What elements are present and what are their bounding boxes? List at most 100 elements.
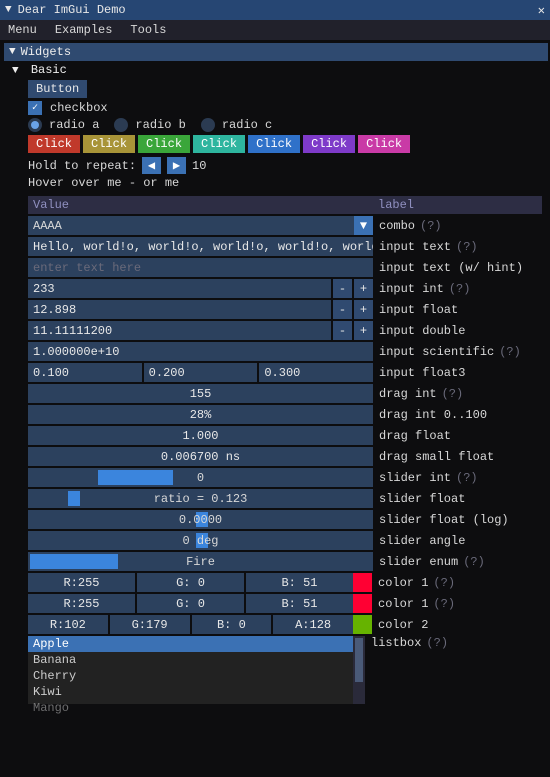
repeat-right-button[interactable]: ▶ [167,157,186,174]
help-icon[interactable]: (?) [456,471,478,485]
click-button-1[interactable]: Click [83,135,135,153]
click-button-4[interactable]: Click [248,135,300,153]
color1b-b[interactable]: B: 51 [246,594,353,613]
input-float3-y[interactable]: 0.200 [144,363,258,382]
minus-button[interactable]: - [333,321,352,340]
slider-float-log[interactable]: 0.0000 [28,510,373,529]
slider-float-log-label: slider float (log) [373,513,509,527]
color1-g[interactable]: G: 0 [137,573,244,592]
titlebar[interactable]: ▼ Dear ImGui Demo ✕ [0,0,550,20]
radio-b[interactable] [114,118,128,132]
list-item[interactable]: Cherry [28,668,353,684]
menu-tools[interactable]: Tools [130,23,166,37]
input-float[interactable]: 12.898 [28,300,331,319]
help-icon[interactable]: (?) [463,555,485,569]
click-button-0[interactable]: Click [28,135,80,153]
input-double[interactable]: 11.11111200 [28,321,331,340]
hold-repeat-label: Hold to repeat: [28,159,136,173]
click-button-2[interactable]: Click [138,135,190,153]
color2-g[interactable]: G:179 [110,615,190,634]
help-icon[interactable]: (?) [499,345,521,359]
input-double-label: input double [373,324,465,338]
slider-enum[interactable]: Fire [28,552,373,571]
input-text-hint[interactable]: enter text here [28,258,373,277]
input-scientific[interactable]: 1.000000e+10 [28,342,373,361]
help-icon[interactable]: (?) [433,597,455,611]
slider-grab [98,470,173,485]
help-icon[interactable]: (?) [449,282,471,296]
menu-menu[interactable]: Menu [8,23,37,37]
menu-examples[interactable]: Examples [55,23,113,37]
list-item[interactable]: Kiwi [28,684,353,700]
list-item[interactable]: Mango [28,700,353,716]
input-text-label: input text [373,240,451,254]
click-buttons-row: Click Click Click Click Click Click Clic… [28,135,542,153]
listbox[interactable]: Apple Banana Cherry Kiwi Mango [28,636,365,704]
drag-small-float[interactable]: 0.006700 ns [28,447,373,466]
help-icon[interactable]: (?) [420,219,442,233]
help-icon[interactable]: (?) [456,240,478,254]
tree-basic-label: Basic [31,63,67,77]
checkbox[interactable]: ✓ [28,101,42,115]
color1-b[interactable]: B: 51 [246,573,353,592]
color1b-g[interactable]: G: 0 [137,594,244,613]
color1b-r[interactable]: R:255 [28,594,135,613]
combo-label: combo [373,219,415,233]
click-button-3[interactable]: Click [193,135,245,153]
plus-button[interactable]: + [354,300,373,319]
menubar: Menu Examples Tools [0,20,550,40]
color2-r[interactable]: R:102 [28,615,108,634]
slider-angle-label: slider angle [373,534,465,548]
input-text-hint-label: input text (w/ hint) [373,261,523,275]
input-float3-x[interactable]: 0.100 [28,363,142,382]
help-icon[interactable]: (?) [426,636,448,650]
drag-int-0-100[interactable]: 28% [28,405,373,424]
plus-button[interactable]: + [354,279,373,298]
click-button-5[interactable]: Click [303,135,355,153]
color2-swatch[interactable] [353,615,372,634]
input-float3-z[interactable]: 0.300 [259,363,373,382]
chevron-down-icon: ▼ [12,65,19,77]
radio-b-label: radio b [135,118,185,132]
minus-button[interactable]: - [333,279,352,298]
close-icon[interactable]: ✕ [538,3,545,18]
plus-button[interactable]: + [354,321,373,340]
input-scientific-label: input scientific [373,345,494,359]
color1b-swatch[interactable] [353,594,372,613]
slider-enum-label: slider enum [373,555,458,569]
combo[interactable]: AAAA ▼ [28,216,373,235]
radio-a[interactable] [28,118,42,132]
list-item[interactable]: Banana [28,652,353,668]
listbox-label: listbox [365,636,421,650]
color1-swatch[interactable] [353,573,372,592]
help-icon[interactable]: (?) [442,387,464,401]
radio-c[interactable] [201,118,215,132]
drag-int[interactable]: 155 [28,384,373,403]
click-button-6[interactable]: Click [358,135,410,153]
slider-float[interactable]: ratio = 0.123 [28,489,373,508]
color2-b[interactable]: B: 0 [192,615,272,634]
slider-angle[interactable]: 0 deg [28,531,373,550]
basic-group: Button ✓ checkbox radio a radio b radio … [2,80,550,704]
help-icon[interactable]: (?) [433,576,455,590]
repeat-left-button[interactable]: ◀ [142,157,161,174]
slider-int[interactable]: 0 [28,468,373,487]
list-item[interactable]: Apple [28,636,353,652]
chevron-down-icon: ▼ [354,216,373,235]
minus-button[interactable]: - [333,300,352,319]
radio-c-label: radio c [222,118,272,132]
collapse-icon[interactable]: ▼ [5,4,12,16]
button[interactable]: Button [28,80,87,98]
demo-window: ▼ Dear ImGui Demo ✕ Menu Examples Tools … [0,0,550,777]
tree-widgets[interactable]: ▼ Widgets [4,43,548,61]
tree-basic[interactable]: ▼ Basic [2,63,550,77]
chevron-down-icon: ▼ [9,46,16,58]
color1-r[interactable]: R:255 [28,573,135,592]
input-int[interactable]: 233 [28,279,331,298]
color2-a[interactable]: A:128 [273,615,353,634]
input-text[interactable]: Hello, world!o, world!o, world!o, world!… [28,237,373,256]
tree-widgets-label: Widgets [21,45,71,59]
drag-float[interactable]: 1.000 [28,426,373,445]
listbox-scrollbar[interactable] [353,636,365,704]
combo-value: AAAA [28,216,354,235]
